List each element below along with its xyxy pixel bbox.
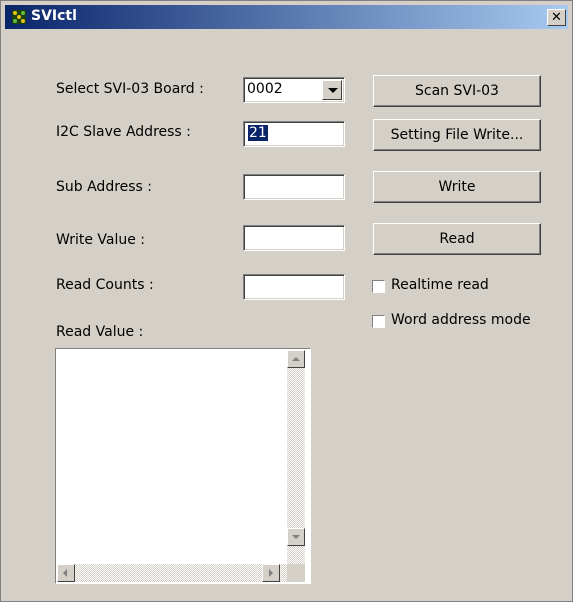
arrow-up-icon [292, 357, 300, 361]
chevron-down-icon [328, 88, 338, 93]
svictl-app-icon [12, 10, 26, 24]
arrow-right-icon [269, 569, 273, 577]
sub-address-label: Sub Address : [56, 179, 153, 195]
realtime-read-checkbox[interactable] [372, 280, 385, 293]
scrollbar-corner [287, 564, 305, 582]
board-select-value: 0002 [247, 81, 283, 97]
write-value-input[interactable] [243, 225, 345, 251]
horizontal-scrollbar[interactable] [57, 564, 287, 582]
close-button[interactable]: ✕ [547, 9, 566, 26]
word-address-mode-checkbox[interactable] [372, 315, 385, 328]
window-title: SVIctl [31, 8, 77, 24]
read-value-label: Read Value : [56, 324, 144, 340]
title-bar[interactable]: SVIctl ✕ [5, 5, 568, 29]
close-icon: ✕ [551, 10, 562, 25]
scroll-left-button[interactable] [57, 564, 75, 582]
slave-address-input[interactable]: 21 [243, 121, 345, 147]
board-dropdown-button[interactable] [322, 80, 342, 100]
word-address-mode-label[interactable]: Word address mode [391, 312, 531, 328]
write-button[interactable]: Write [373, 171, 541, 203]
write-value-label: Write Value : [56, 232, 146, 248]
svictl-window: SVIctl ✕ Select SVI-03 Board : 0002 Scan… [0, 0, 573, 602]
read-value-textarea[interactable] [55, 348, 311, 584]
arrow-left-icon [63, 569, 67, 577]
board-label: Select SVI-03 Board : [56, 81, 204, 97]
realtime-read-label[interactable]: Realtime read [391, 277, 489, 293]
board-select[interactable]: 0002 [243, 77, 345, 103]
setting-file-write-button[interactable]: Setting File Write... [373, 119, 541, 151]
scroll-down-button[interactable] [287, 528, 305, 546]
slave-address-value: 21 [248, 125, 268, 141]
scroll-right-button[interactable] [262, 564, 280, 582]
scan-svi03-button[interactable]: Scan SVI-03 [373, 75, 541, 107]
read-counts-input[interactable] [243, 274, 345, 300]
read-button[interactable]: Read [373, 223, 541, 255]
scroll-up-button[interactable] [287, 350, 305, 368]
slave-address-label: I2C Slave Address : [56, 124, 191, 140]
sub-address-input[interactable] [243, 174, 345, 200]
read-counts-label: Read Counts : [56, 277, 154, 293]
arrow-down-icon [292, 535, 300, 539]
